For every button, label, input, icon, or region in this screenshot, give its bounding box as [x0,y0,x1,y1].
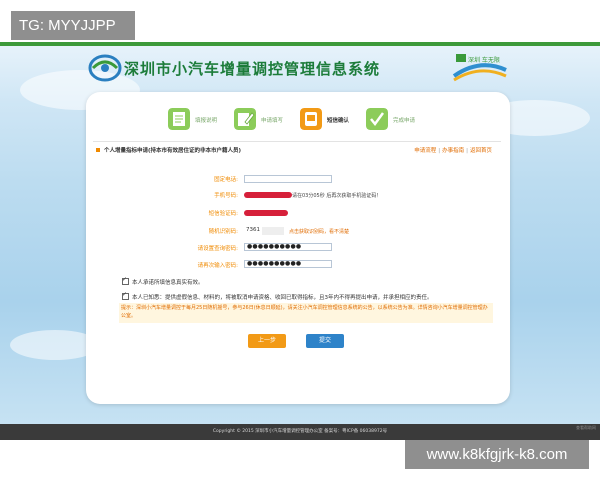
campaign-logo-text: 深圳 车无限 [468,56,500,64]
commitment-check-row[interactable]: 本人承诺所填信息真实有效。 [122,276,204,286]
label-mobile: 手机号码: [214,193,238,199]
acknowledge-check-row[interactable]: 本人已知悉：提供虚假信息、材料的，将被取消申请资格、收回已取得指标，且3年内不得… [122,291,433,301]
system-title: 深圳市小汽车增量调控管理信息系统 [124,60,381,78]
campaign-logo-icon: 深圳 车无限 [452,54,507,82]
password-input[interactable]: ●●●●●●●●●● [244,243,332,251]
header-green-line [0,42,600,46]
progress-steps: 填报说明 申请填写 短信确认 完成申请 [168,108,468,138]
section-title: 个人增量指标申请(持本市有效居住证的非本市户籍人员) [104,148,242,154]
label-random-code: 随机识别码: [208,229,238,235]
document-icon [168,108,190,130]
submit-button[interactable]: 提交 [306,334,344,348]
checkbox-checked-icon[interactable] [122,276,129,285]
landline-input[interactable] [244,175,332,183]
step-label: 填报说明 [195,118,218,124]
notice-box: 提示：深圳小汽车增量调控于每月25日随机摇号，参与26日(休息日顺延)，请关注小… [119,303,493,323]
footer-corner-text: 查看帮助网 [576,425,596,430]
commitment-text: 本人承诺所填信息真实有效。 [132,280,204,286]
link-application-process[interactable]: 申请流程 [414,148,436,154]
top-links: 申请流程 | 办事指南 | 返回首页 [414,148,492,154]
link-home[interactable]: 返回首页 [470,148,492,154]
sms-code-redacted [244,210,288,216]
checkbox-checked-icon[interactable] [122,291,129,300]
step-label: 申请填写 [261,118,284,124]
watermark-url-overlay: www.k8kfgjrk-k8.com [405,440,589,469]
label-sms-code: 短信验证码: [208,211,238,217]
label-confirm-password: 请再次输入密码: [197,263,238,269]
random-code-value: 7361 [246,227,260,233]
label-set-password: 请设置查询密码: [197,246,238,252]
acknowledge-text: 本人已知悉：提供虚假信息、材料的，将被取消申请资格、收回已取得指标，且3年内不得… [132,295,433,301]
sms-confirm-icon [300,108,322,130]
edit-form-icon [234,108,256,130]
captcha-image[interactable] [262,227,284,235]
section-header: 个人增量指标申请(持本市有效居住证的非本市户籍人员) 申请流程 | 办事指南 | 返回首… [96,145,496,157]
label-landline: 固定电话: [214,177,238,183]
password-mask: ●●●●●●●●●● [247,243,302,250]
step-label: 完成申请 [393,118,416,124]
tag-badge-overlay: TG: MYYJJPP [11,11,135,40]
footer-copyright: Copyright © 2015 深圳市小汽车增量调控管理办公室 备案号：粤IC… [0,424,600,440]
checkmark-icon [366,108,388,130]
section-bullet-icon [96,148,100,152]
confirm-password-input[interactable]: ●●●●●●●●●● [244,260,332,268]
password-mask: ●●●●●●●●●● [247,260,302,267]
previous-step-button[interactable]: 上一步 [248,334,286,348]
step-label: 短信确认 [327,118,350,124]
section-divider [93,141,501,142]
refresh-captcha-link[interactable]: 点击获取识别码，看不清楚 [289,228,349,235]
site-logo-icon [88,54,122,82]
link-service-guide[interactable]: 办事指南 [442,148,464,154]
sms-countdown-hint: 请在03分05秒 后再次获取手机验证码！ [292,193,382,199]
mobile-redacted [244,192,292,198]
